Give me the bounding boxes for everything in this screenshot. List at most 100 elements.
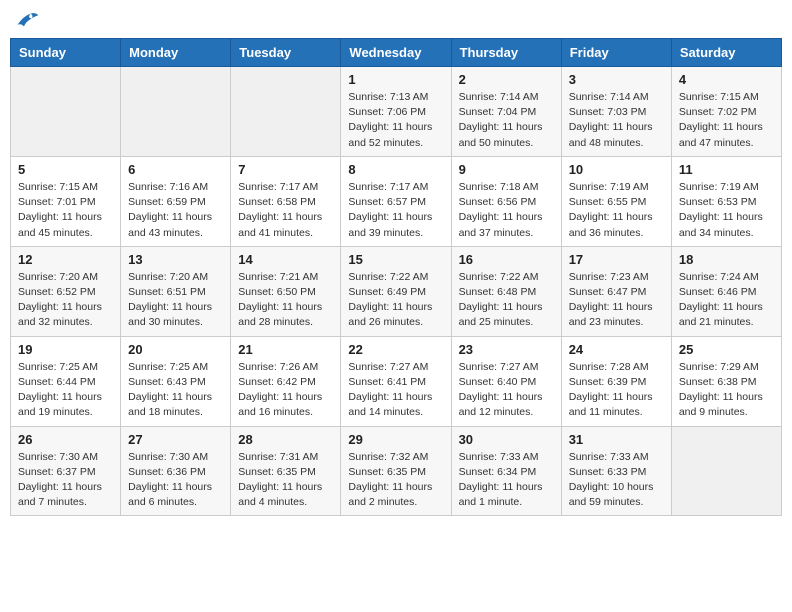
day-info: Sunrise: 7:33 AM Sunset: 6:34 PM Dayligh… <box>459 450 554 511</box>
day-number: 19 <box>18 342 113 357</box>
day-info: Sunrise: 7:19 AM Sunset: 6:55 PM Dayligh… <box>569 180 664 241</box>
calendar-day-cell <box>11 67 121 157</box>
calendar-day-cell: 25 Sunrise: 7:29 AM Sunset: 6:38 PM Dayli… <box>671 336 781 426</box>
calendar-day-cell <box>121 67 231 157</box>
weekday-header: Wednesday <box>341 39 451 67</box>
day-number: 3 <box>569 72 664 87</box>
calendar-day-cell: 3Sunrise: 7:14 AM Sunset: 7:03 PM Daylig… <box>561 67 671 157</box>
day-info: Sunrise: 7:30 AM Sunset: 6:36 PM Dayligh… <box>128 450 223 511</box>
logo-bird-icon <box>16 10 40 30</box>
day-info: Sunrise: 7:19 AM Sunset: 6:53 PM Dayligh… <box>679 180 774 241</box>
day-info: Sunrise: 7:29 AM Sunset: 6:38 PM Dayligh… <box>679 360 774 421</box>
weekday-header: Tuesday <box>231 39 341 67</box>
calendar-day-cell: 20 Sunrise: 7:25 AM Sunset: 6:43 PM Dayli… <box>121 336 231 426</box>
page-header <box>10 10 782 30</box>
day-info: Sunrise: 7:17 AM Sunset: 6:57 PM Dayligh… <box>348 180 443 241</box>
calendar-week-row: 19 Sunrise: 7:25 AM Sunset: 6:44 PM Dayli… <box>11 336 782 426</box>
calendar-week-row: 12 Sunrise: 7:20 AM Sunset: 6:52 PM Dayli… <box>11 246 782 336</box>
weekday-header: Friday <box>561 39 671 67</box>
day-number: 7 <box>238 162 333 177</box>
day-info: Sunrise: 7:28 AM Sunset: 6:39 PM Dayligh… <box>569 360 664 421</box>
day-info: Sunrise: 7:22 AM Sunset: 6:49 PM Dayligh… <box>348 270 443 331</box>
day-number: 18 <box>679 252 774 267</box>
calendar-day-cell: 21 Sunrise: 7:26 AM Sunset: 6:42 PM Dayli… <box>231 336 341 426</box>
day-info: Sunrise: 7:24 AM Sunset: 6:46 PM Dayligh… <box>679 270 774 331</box>
calendar-day-cell: 18 Sunrise: 7:24 AM Sunset: 6:46 PM Dayli… <box>671 246 781 336</box>
calendar-day-cell: 19 Sunrise: 7:25 AM Sunset: 6:44 PM Dayli… <box>11 336 121 426</box>
day-info: Sunrise: 7:26 AM Sunset: 6:42 PM Dayligh… <box>238 360 333 421</box>
day-info: Sunrise: 7:21 AM Sunset: 6:50 PM Dayligh… <box>238 270 333 331</box>
calendar-day-cell: 30 Sunrise: 7:33 AM Sunset: 6:34 PM Dayli… <box>451 426 561 516</box>
calendar-day-cell: 2Sunrise: 7:14 AM Sunset: 7:04 PM Daylig… <box>451 67 561 157</box>
day-info: Sunrise: 7:30 AM Sunset: 6:37 PM Dayligh… <box>18 450 113 511</box>
weekday-header: Monday <box>121 39 231 67</box>
day-number: 20 <box>128 342 223 357</box>
calendar-day-cell: 1Sunrise: 7:13 AM Sunset: 7:06 PM Daylig… <box>341 67 451 157</box>
day-info: Sunrise: 7:18 AM Sunset: 6:56 PM Dayligh… <box>459 180 554 241</box>
day-number: 25 <box>679 342 774 357</box>
calendar-day-cell: 4Sunrise: 7:15 AM Sunset: 7:02 PM Daylig… <box>671 67 781 157</box>
logo <box>14 10 40 30</box>
day-number: 15 <box>348 252 443 267</box>
calendar-day-cell <box>231 67 341 157</box>
day-info: Sunrise: 7:20 AM Sunset: 6:52 PM Dayligh… <box>18 270 113 331</box>
day-number: 6 <box>128 162 223 177</box>
calendar-day-cell: 27 Sunrise: 7:30 AM Sunset: 6:36 PM Dayli… <box>121 426 231 516</box>
calendar-day-cell: 5 Sunrise: 7:15 AM Sunset: 7:01 PM Daylig… <box>11 156 121 246</box>
calendar-day-cell: 24 Sunrise: 7:28 AM Sunset: 6:39 PM Dayli… <box>561 336 671 426</box>
calendar-table: SundayMondayTuesdayWednesdayThursdayFrid… <box>10 38 782 516</box>
day-number: 17 <box>569 252 664 267</box>
weekday-header: Sunday <box>11 39 121 67</box>
day-number: 30 <box>459 432 554 447</box>
calendar-day-cell: 16 Sunrise: 7:22 AM Sunset: 6:48 PM Dayli… <box>451 246 561 336</box>
day-number: 27 <box>128 432 223 447</box>
day-number: 16 <box>459 252 554 267</box>
day-number: 31 <box>569 432 664 447</box>
day-number: 24 <box>569 342 664 357</box>
calendar-day-cell: 23 Sunrise: 7:27 AM Sunset: 6:40 PM Dayli… <box>451 336 561 426</box>
day-info: Sunrise: 7:23 AM Sunset: 6:47 PM Dayligh… <box>569 270 664 331</box>
day-number: 9 <box>459 162 554 177</box>
calendar-day-cell: 8 Sunrise: 7:17 AM Sunset: 6:57 PM Daylig… <box>341 156 451 246</box>
calendar-day-cell: 13 Sunrise: 7:20 AM Sunset: 6:51 PM Dayli… <box>121 246 231 336</box>
day-number: 13 <box>128 252 223 267</box>
day-number: 23 <box>459 342 554 357</box>
calendar-day-cell: 29 Sunrise: 7:32 AM Sunset: 6:35 PM Dayli… <box>341 426 451 516</box>
day-number: 29 <box>348 432 443 447</box>
day-info: Sunrise: 7:17 AM Sunset: 6:58 PM Dayligh… <box>238 180 333 241</box>
calendar-day-cell: 31 Sunrise: 7:33 AM Sunset: 6:33 PM Dayli… <box>561 426 671 516</box>
weekday-header: Thursday <box>451 39 561 67</box>
calendar-day-cell: 10 Sunrise: 7:19 AM Sunset: 6:55 PM Dayli… <box>561 156 671 246</box>
calendar-week-row: 26 Sunrise: 7:30 AM Sunset: 6:37 PM Dayli… <box>11 426 782 516</box>
day-number: 10 <box>569 162 664 177</box>
calendar-week-row: 5 Sunrise: 7:15 AM Sunset: 7:01 PM Daylig… <box>11 156 782 246</box>
day-info: Sunrise: 7:31 AM Sunset: 6:35 PM Dayligh… <box>238 450 333 511</box>
day-info: Sunrise: 7:15 AM Sunset: 7:01 PM Dayligh… <box>18 180 113 241</box>
day-info: Sunrise: 7:32 AM Sunset: 6:35 PM Dayligh… <box>348 450 443 511</box>
calendar-day-cell: 6Sunrise: 7:16 AM Sunset: 6:59 PM Daylig… <box>121 156 231 246</box>
day-number: 12 <box>18 252 113 267</box>
day-number: 14 <box>238 252 333 267</box>
day-info: Sunrise: 7:25 AM Sunset: 6:43 PM Dayligh… <box>128 360 223 421</box>
calendar-day-cell: 14 Sunrise: 7:21 AM Sunset: 6:50 PM Dayli… <box>231 246 341 336</box>
day-info: Sunrise: 7:13 AM Sunset: 7:06 PM Dayligh… <box>348 90 443 151</box>
day-info: Sunrise: 7:33 AM Sunset: 6:33 PM Dayligh… <box>569 450 664 511</box>
day-info: Sunrise: 7:22 AM Sunset: 6:48 PM Dayligh… <box>459 270 554 331</box>
day-number: 4 <box>679 72 774 87</box>
calendar-day-cell: 22 Sunrise: 7:27 AM Sunset: 6:41 PM Dayli… <box>341 336 451 426</box>
day-number: 26 <box>18 432 113 447</box>
day-number: 22 <box>348 342 443 357</box>
calendar-day-cell: 11 Sunrise: 7:19 AM Sunset: 6:53 PM Dayli… <box>671 156 781 246</box>
day-number: 21 <box>238 342 333 357</box>
day-number: 28 <box>238 432 333 447</box>
day-info: Sunrise: 7:27 AM Sunset: 6:40 PM Dayligh… <box>459 360 554 421</box>
day-info: Sunrise: 7:14 AM Sunset: 7:04 PM Dayligh… <box>459 90 554 151</box>
day-info: Sunrise: 7:20 AM Sunset: 6:51 PM Dayligh… <box>128 270 223 331</box>
calendar-header-row: SundayMondayTuesdayWednesdayThursdayFrid… <box>11 39 782 67</box>
calendar-day-cell: 12 Sunrise: 7:20 AM Sunset: 6:52 PM Dayli… <box>11 246 121 336</box>
day-number: 8 <box>348 162 443 177</box>
day-info: Sunrise: 7:27 AM Sunset: 6:41 PM Dayligh… <box>348 360 443 421</box>
day-number: 5 <box>18 162 113 177</box>
day-info: Sunrise: 7:25 AM Sunset: 6:44 PM Dayligh… <box>18 360 113 421</box>
day-number: 11 <box>679 162 774 177</box>
